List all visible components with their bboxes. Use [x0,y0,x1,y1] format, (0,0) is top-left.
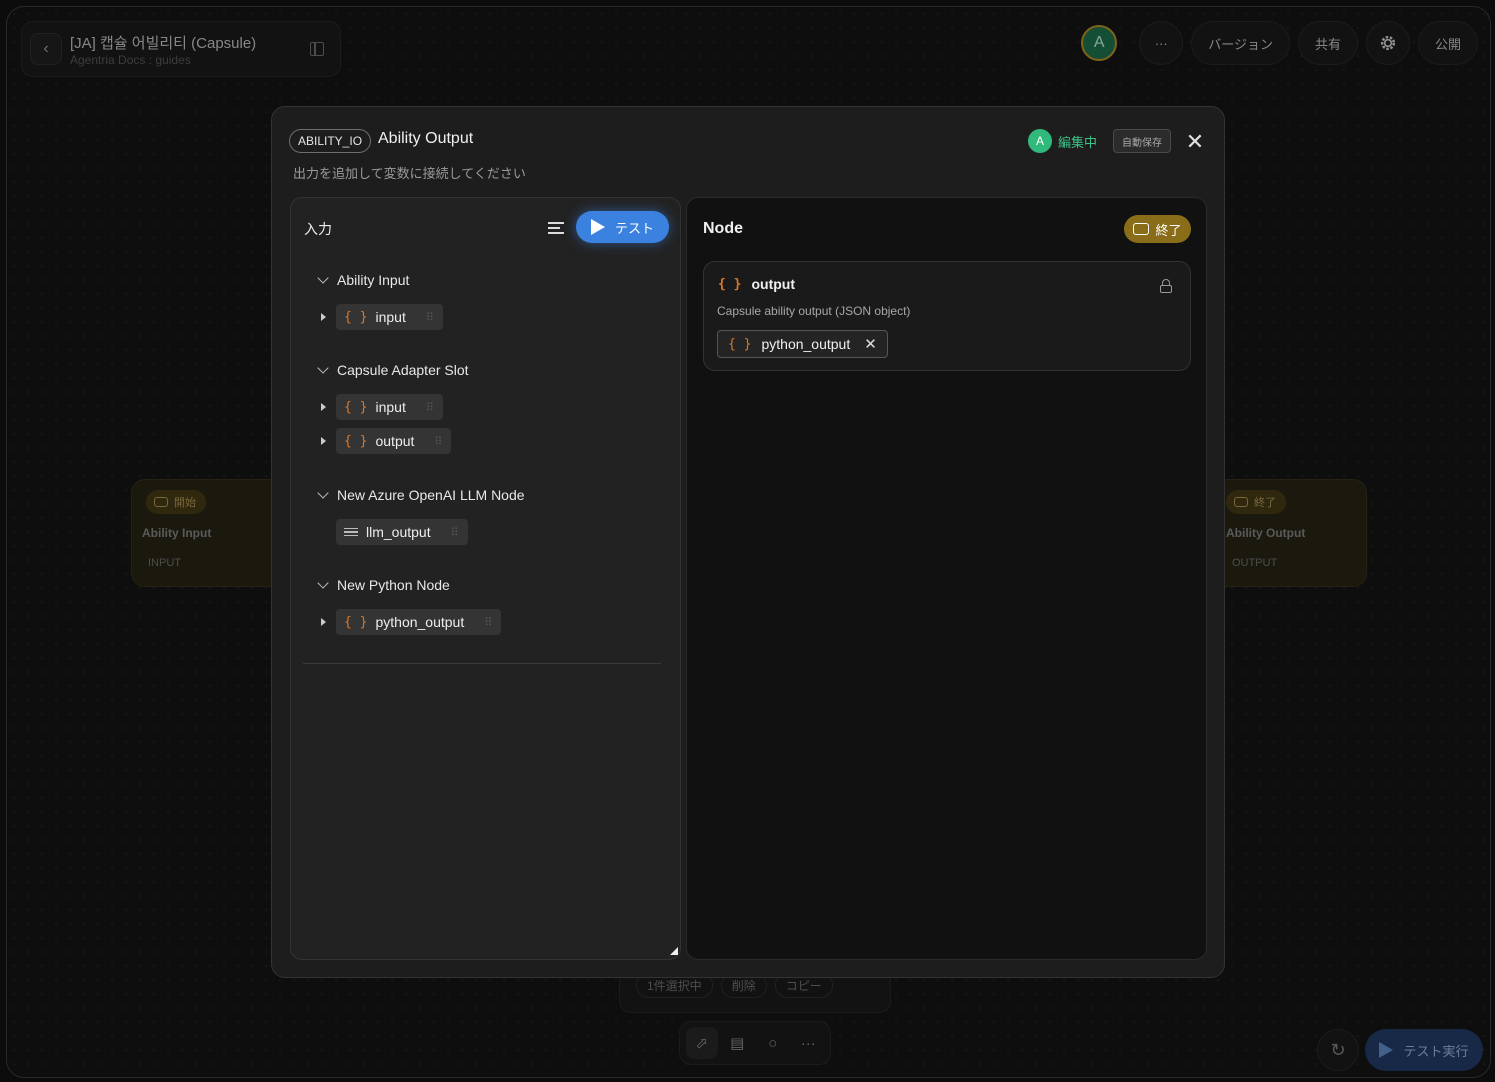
chevron-down-icon [317,487,329,499]
text-lines-icon [344,526,358,539]
caret-right-icon[interactable] [321,618,326,626]
editing-status: A 編集中 [1028,129,1097,153]
remove-icon[interactable]: ✕ [864,335,877,353]
variable-chip[interactable]: { } input ⠿ [336,394,443,420]
caret-right-icon[interactable] [321,313,326,321]
group-ability-input: Ability Input { } input ⠿ [317,270,443,330]
test-button-label: テスト [614,220,654,236]
autosave-badge: 自動保存 [1113,129,1171,153]
variable-row: { } output ⠿ [317,428,469,454]
object-brace-icon: { } [344,614,368,630]
variable-chip[interactable]: { } python_output ⠿ [336,609,502,635]
variable-label: llm_output [366,524,431,540]
group-header[interactable]: New Python Node [317,575,501,595]
variable-row: llm_output ⠿ [317,519,525,545]
object-brace-icon: { } [344,309,368,325]
caret-right-icon[interactable] [321,437,326,445]
divider [303,663,661,664]
group-header[interactable]: New Azure OpenAI LLM Node [317,485,525,505]
variable-chip[interactable]: llm_output ⠿ [336,519,468,545]
close-button[interactable]: ✕ [1184,131,1206,153]
group-python-node: New Python Node { } python_output ⠿ [317,575,502,635]
input-panel-title: 入力 [304,221,332,237]
modal-description: 出力を追加して変数に接続してください [293,166,526,181]
output-name: output [751,276,796,292]
variable-row: { } input ⠿ [317,304,443,330]
exit-icon [1133,223,1150,235]
group-header[interactable]: Capsule Adapter Slot [317,360,469,380]
node-panel-title: Node [703,220,743,237]
object-brace-icon: { } [728,336,752,352]
drag-handle-icon[interactable]: ⠿ [434,435,442,448]
drag-handle-icon[interactable]: ⠿ [426,311,434,324]
editing-label: 編集中 [1058,134,1098,150]
group-azure-openai-llm-node: New Azure OpenAI LLM Node llm_output ⠿ [317,485,525,545]
caret-right-icon[interactable] [321,403,326,411]
variable-label: input [375,399,406,415]
variable-label: python_output [375,614,465,630]
drag-handle-icon[interactable]: ⠿ [484,616,492,629]
output-description: Capsule ability output (JSON object) [717,304,911,318]
end-badge: 終了 [1124,215,1191,243]
variable-chip[interactable]: { } input ⠿ [336,304,443,330]
variable-row: { } input ⠿ [317,394,469,420]
chevron-down-icon [317,362,329,374]
editor-avatar: A [1028,129,1052,153]
input-panel: 入力 テスト Ability Input { } input ⠿ Capsule… [290,197,681,960]
lock-icon [1160,279,1172,293]
output-card: { } output Capsule ability output (JSON … [703,261,1191,371]
close-icon: ✕ [1185,129,1205,154]
node-type-badge: ABILITY_IO [289,129,372,153]
chevron-down-icon [317,272,329,284]
variable-label: input [375,309,406,325]
group-header[interactable]: Ability Input [317,270,443,290]
object-brace-icon: { } [344,433,368,449]
group-capsule-adapter-slot: Capsule Adapter Slot { } input ⠿ { } out… [317,360,469,454]
modal-title: Ability Output [378,130,474,147]
connected-variable-label: python_output [761,336,851,352]
test-button[interactable]: テスト [576,211,669,243]
object-brace-icon: { } [718,276,742,292]
node-panel: Node 終了 { } output Capsule ability outpu… [686,197,1207,960]
resize-handle[interactable] [670,947,678,955]
chevron-down-icon [317,577,329,589]
drag-handle-icon[interactable]: ⠿ [426,401,434,414]
output-header: { } output [718,276,795,292]
variable-row: { } python_output ⠿ [317,609,502,635]
object-brace-icon: { } [344,399,368,415]
variable-chip[interactable]: { } output ⠿ [336,428,452,454]
node-editor-modal: ABILITY_IO Ability Output 出力を追加して変数に接続して… [271,106,1225,978]
drag-handle-icon[interactable]: ⠿ [451,526,459,539]
list-view-icon[interactable] [548,222,564,236]
play-icon [590,219,605,235]
variable-label: output [375,433,415,449]
connected-variable-chip[interactable]: { } python_output ✕ [717,330,888,358]
